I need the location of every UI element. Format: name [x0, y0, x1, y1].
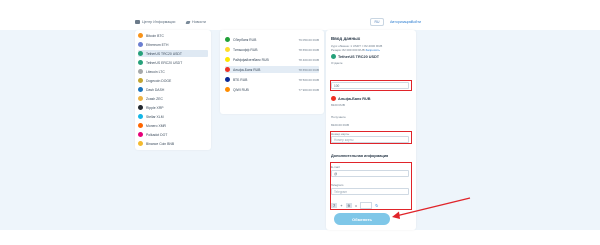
annotation-arrow: [392, 197, 471, 219]
